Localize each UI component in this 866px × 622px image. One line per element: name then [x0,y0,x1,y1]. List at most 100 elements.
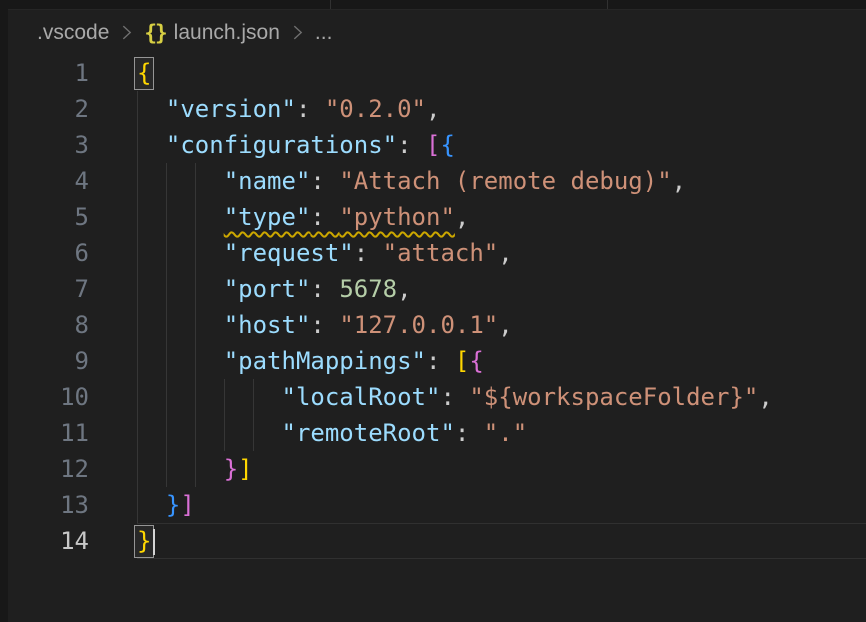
code-line[interactable]: 5 "type": "python", [8,199,866,235]
line-number[interactable]: 1 [8,55,137,91]
line-number[interactable]: 6 [8,235,137,271]
breadcrumb-symbol-ellipsis[interactable]: ... [315,21,333,45]
bracket-match: { [135,58,153,89]
indent-guide [137,307,138,343]
code-line[interactable]: 6 "request": "attach", [8,235,866,271]
indent-guide [166,199,167,235]
code-line[interactable]: 9 "pathMappings": [{ [8,343,866,379]
chevron-right-icon [289,24,306,41]
code-token: } [224,455,238,483]
vscode-editor-window: .vscode {} launch.json ... 1{2 "version"… [0,0,866,622]
line-number[interactable]: 13 [8,487,137,523]
code-token: , [426,95,440,123]
indent-guide [195,307,196,343]
indent-guide [137,451,138,487]
code-token: "port" [224,275,311,303]
code-content: "name": "Attach (remote debug)", [137,163,866,199]
tab-strip[interactable] [8,0,866,10]
code-line[interactable]: 13 }] [8,487,866,523]
code-line[interactable]: 4 "name": "Attach (remote debug)", [8,163,866,199]
code-token: "name" [224,167,311,195]
indent-guide [166,307,167,343]
indent-guide [195,451,196,487]
code-token: } [166,491,180,519]
indent-guide [166,235,167,271]
code-content: "host": "127.0.0.1", [137,307,866,343]
indent-guide [224,415,225,451]
code-line[interactable]: 8 "host": "127.0.0.1", [8,307,866,343]
code-token: ] [238,455,252,483]
code-token: [ [455,347,469,375]
text-cursor [153,529,155,555]
code-token: "localRoot" [282,383,441,411]
code-line[interactable]: 1{ [8,55,866,91]
code-content: "remoteRoot": "." [137,415,866,451]
indent-guide [137,235,138,271]
code-token: "0.2.0" [325,95,426,123]
chevron-right-icon [118,24,135,41]
line-number[interactable]: 8 [8,307,137,343]
indent-guide [166,271,167,307]
code-line[interactable]: 11 "remoteRoot": "." [8,415,866,451]
code-token: "configurations" [166,131,397,159]
code-token: , [498,239,512,267]
code-token: "python" [339,203,455,231]
code-line[interactable]: 10 "localRoot": "${workspaceFolder}", [8,379,866,415]
line-number[interactable]: 7 [8,271,137,307]
code-token: : [310,167,339,195]
tab-divider [607,0,608,9]
code-content: } [137,523,866,559]
indent-guide [195,235,196,271]
indent-guide [195,271,196,307]
code-token: ] [180,491,194,519]
line-number[interactable]: 4 [8,163,137,199]
breadcrumb: .vscode {} launch.json ... [8,10,866,55]
code-content: "configurations": [{ [137,127,866,163]
indent-guide [166,163,167,199]
code-token: , [455,203,469,231]
code-token: 5678 [339,275,397,303]
indent-guide [137,127,138,163]
breadcrumb-folder[interactable]: .vscode [37,21,109,45]
indent-guide [166,379,167,415]
tab-divider [330,0,331,9]
indent-guide [195,163,196,199]
code-area[interactable]: 1{2 "version": "0.2.0",3 "configurations… [8,55,866,622]
code-token: , [672,167,686,195]
code-line[interactable]: 2 "version": "0.2.0", [8,91,866,127]
line-number[interactable]: 12 [8,451,137,487]
code-content: }] [137,487,866,523]
line-number[interactable]: 14 [8,523,137,559]
json-file-icon: {} [144,21,165,45]
code-line[interactable]: 3 "configurations": [{ [8,127,866,163]
indent-guide [195,379,196,415]
code-token: "version" [166,95,296,123]
indent-guide [166,451,167,487]
code-line[interactable]: 14} [8,523,866,559]
line-number[interactable]: 9 [8,343,137,379]
indent-guide [137,415,138,451]
code-line[interactable]: 12 }] [8,451,866,487]
indent-guide [195,415,196,451]
code-token: : [310,203,339,231]
code-token: , [397,275,411,303]
code-content: "port": 5678, [137,271,866,307]
code-token: : [397,131,426,159]
code-content: { [137,55,866,91]
code-token: "remoteRoot" [282,419,455,447]
line-number[interactable]: 10 [8,379,137,415]
line-number[interactable]: 2 [8,91,137,127]
indent-guide [137,343,138,379]
code-token: : [440,383,469,411]
code-token: : [310,311,339,339]
code-token: , [498,311,512,339]
line-number[interactable]: 5 [8,199,137,235]
indent-guide [137,487,138,523]
code-token: "type" [224,203,311,231]
indent-guide [195,343,196,379]
code-line[interactable]: 7 "port": 5678, [8,271,866,307]
indent-guide [253,415,254,451]
breadcrumb-file[interactable]: launch.json [174,21,280,45]
line-number[interactable]: 3 [8,127,137,163]
line-number[interactable]: 11 [8,415,137,451]
